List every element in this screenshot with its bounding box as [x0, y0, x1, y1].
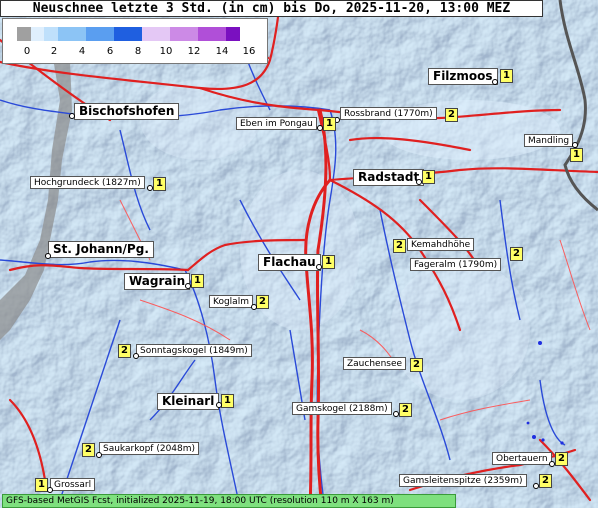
snowfall-value-badge: 2	[510, 247, 523, 261]
snowfall-value-badge: 2	[82, 443, 95, 457]
snowfall-value-badge: 1	[221, 394, 234, 408]
snowfall-value-badge: 1	[191, 274, 204, 288]
legend-swatch	[198, 27, 226, 41]
snowfall-value-badge: 1	[570, 148, 583, 162]
place-label[interactable]: Gamskogel (2188m)	[292, 402, 392, 415]
snowfall-value-badge: 1	[322, 255, 335, 269]
legend-swatch	[86, 27, 114, 41]
snowfall-value-badge: 2	[393, 239, 406, 253]
place-label[interactable]: Fageralm (1790m)	[410, 258, 502, 271]
legend-swatch	[31, 27, 44, 41]
legend-tick-label: 4	[78, 46, 86, 57]
legend-tick-label: 2	[50, 46, 58, 57]
place-label[interactable]: Rossbrand (1770m)	[340, 107, 437, 120]
legend-tick-label: 0	[23, 46, 31, 57]
place-label[interactable]: Sonntagskogel (1849m)	[136, 344, 252, 357]
snowfall-value-badge: 2	[256, 295, 269, 309]
place-label[interactable]: Radstadt	[353, 169, 425, 186]
location-marker-icon	[492, 79, 498, 85]
location-marker-icon	[96, 452, 102, 458]
legend-swatch	[44, 27, 58, 41]
legend-swatch	[226, 27, 240, 41]
place-label[interactable]: Wagrain	[124, 273, 191, 290]
location-marker-icon	[416, 179, 422, 185]
snowfall-value-badge: 2	[118, 344, 131, 358]
place-label[interactable]: Bischofshofen	[74, 103, 180, 120]
place-label[interactable]: Mandling	[524, 134, 574, 147]
place-label[interactable]: Koglalm	[209, 295, 253, 308]
place-label[interactable]: Filzmoos	[428, 68, 498, 85]
location-marker-icon	[216, 402, 222, 408]
location-marker-icon	[69, 113, 75, 119]
snowfall-value-badge: 1	[500, 69, 513, 83]
location-marker-icon	[393, 411, 399, 417]
location-marker-icon	[133, 353, 139, 359]
legend-tick-label: 8	[134, 46, 142, 57]
legend-swatch	[170, 27, 198, 41]
snowfall-value-badge: 2	[555, 452, 568, 466]
location-marker-icon	[47, 487, 53, 493]
place-label[interactable]: Gamsleitenspitze (2359m)	[399, 474, 527, 487]
legend-swatch	[17, 27, 31, 41]
legend-tick-label: 10	[159, 46, 173, 57]
location-marker-icon	[251, 304, 257, 310]
place-label[interactable]: Grossarl	[50, 478, 96, 491]
location-marker-icon	[572, 142, 578, 148]
location-marker-icon	[45, 253, 51, 259]
map-title: Neuschnee letzte 3 Std. (in cm) bis Do, …	[0, 0, 543, 17]
legend-swatch	[114, 27, 142, 41]
snowfall-value-badge: 1	[323, 117, 336, 131]
legend-tick-label: 16	[242, 46, 256, 57]
legend-swatch	[58, 27, 86, 41]
color-legend: 0 2 4 6 8 10 12 14 16	[2, 18, 268, 64]
snowfall-value-badge: 2	[539, 474, 552, 488]
location-marker-icon	[316, 264, 322, 270]
legend-tick-label: 14	[215, 46, 229, 57]
location-marker-icon	[185, 283, 191, 289]
snowfall-value-badge: 2	[445, 108, 458, 122]
place-label[interactable]: Flachau	[258, 254, 321, 271]
location-marker-icon	[533, 483, 539, 489]
place-label[interactable]: Kleinarl	[157, 393, 220, 410]
snowfall-value-badge: 1	[422, 170, 435, 184]
legend-tick-label: 6	[106, 46, 114, 57]
snowfall-value-badge: 2	[399, 403, 412, 417]
place-label[interactable]: Obertauern	[492, 452, 552, 465]
model-info-footer: GFS-based MetGIS Fcst, initialized 2025-…	[2, 494, 456, 508]
legend-tick-label: 12	[187, 46, 201, 57]
location-marker-icon	[147, 185, 153, 191]
snowfall-value-badge: 2	[410, 358, 423, 372]
location-marker-icon	[549, 461, 555, 467]
place-label[interactable]: St. Johann/Pg.	[48, 241, 154, 258]
location-marker-icon	[317, 125, 323, 131]
place-label[interactable]: Eben im Pongau	[236, 117, 317, 130]
place-label[interactable]: Saukarkopf (2048m)	[99, 442, 200, 455]
legend-swatch	[142, 27, 170, 41]
place-label[interactable]: Kemahdhöhe	[407, 238, 475, 251]
place-label[interactable]: Zauchensee	[343, 357, 407, 370]
place-label[interactable]: Hochgrundeck (1827m)	[30, 176, 145, 189]
legend-color-bar	[17, 27, 240, 41]
snowfall-value-badge: 1	[153, 177, 166, 191]
